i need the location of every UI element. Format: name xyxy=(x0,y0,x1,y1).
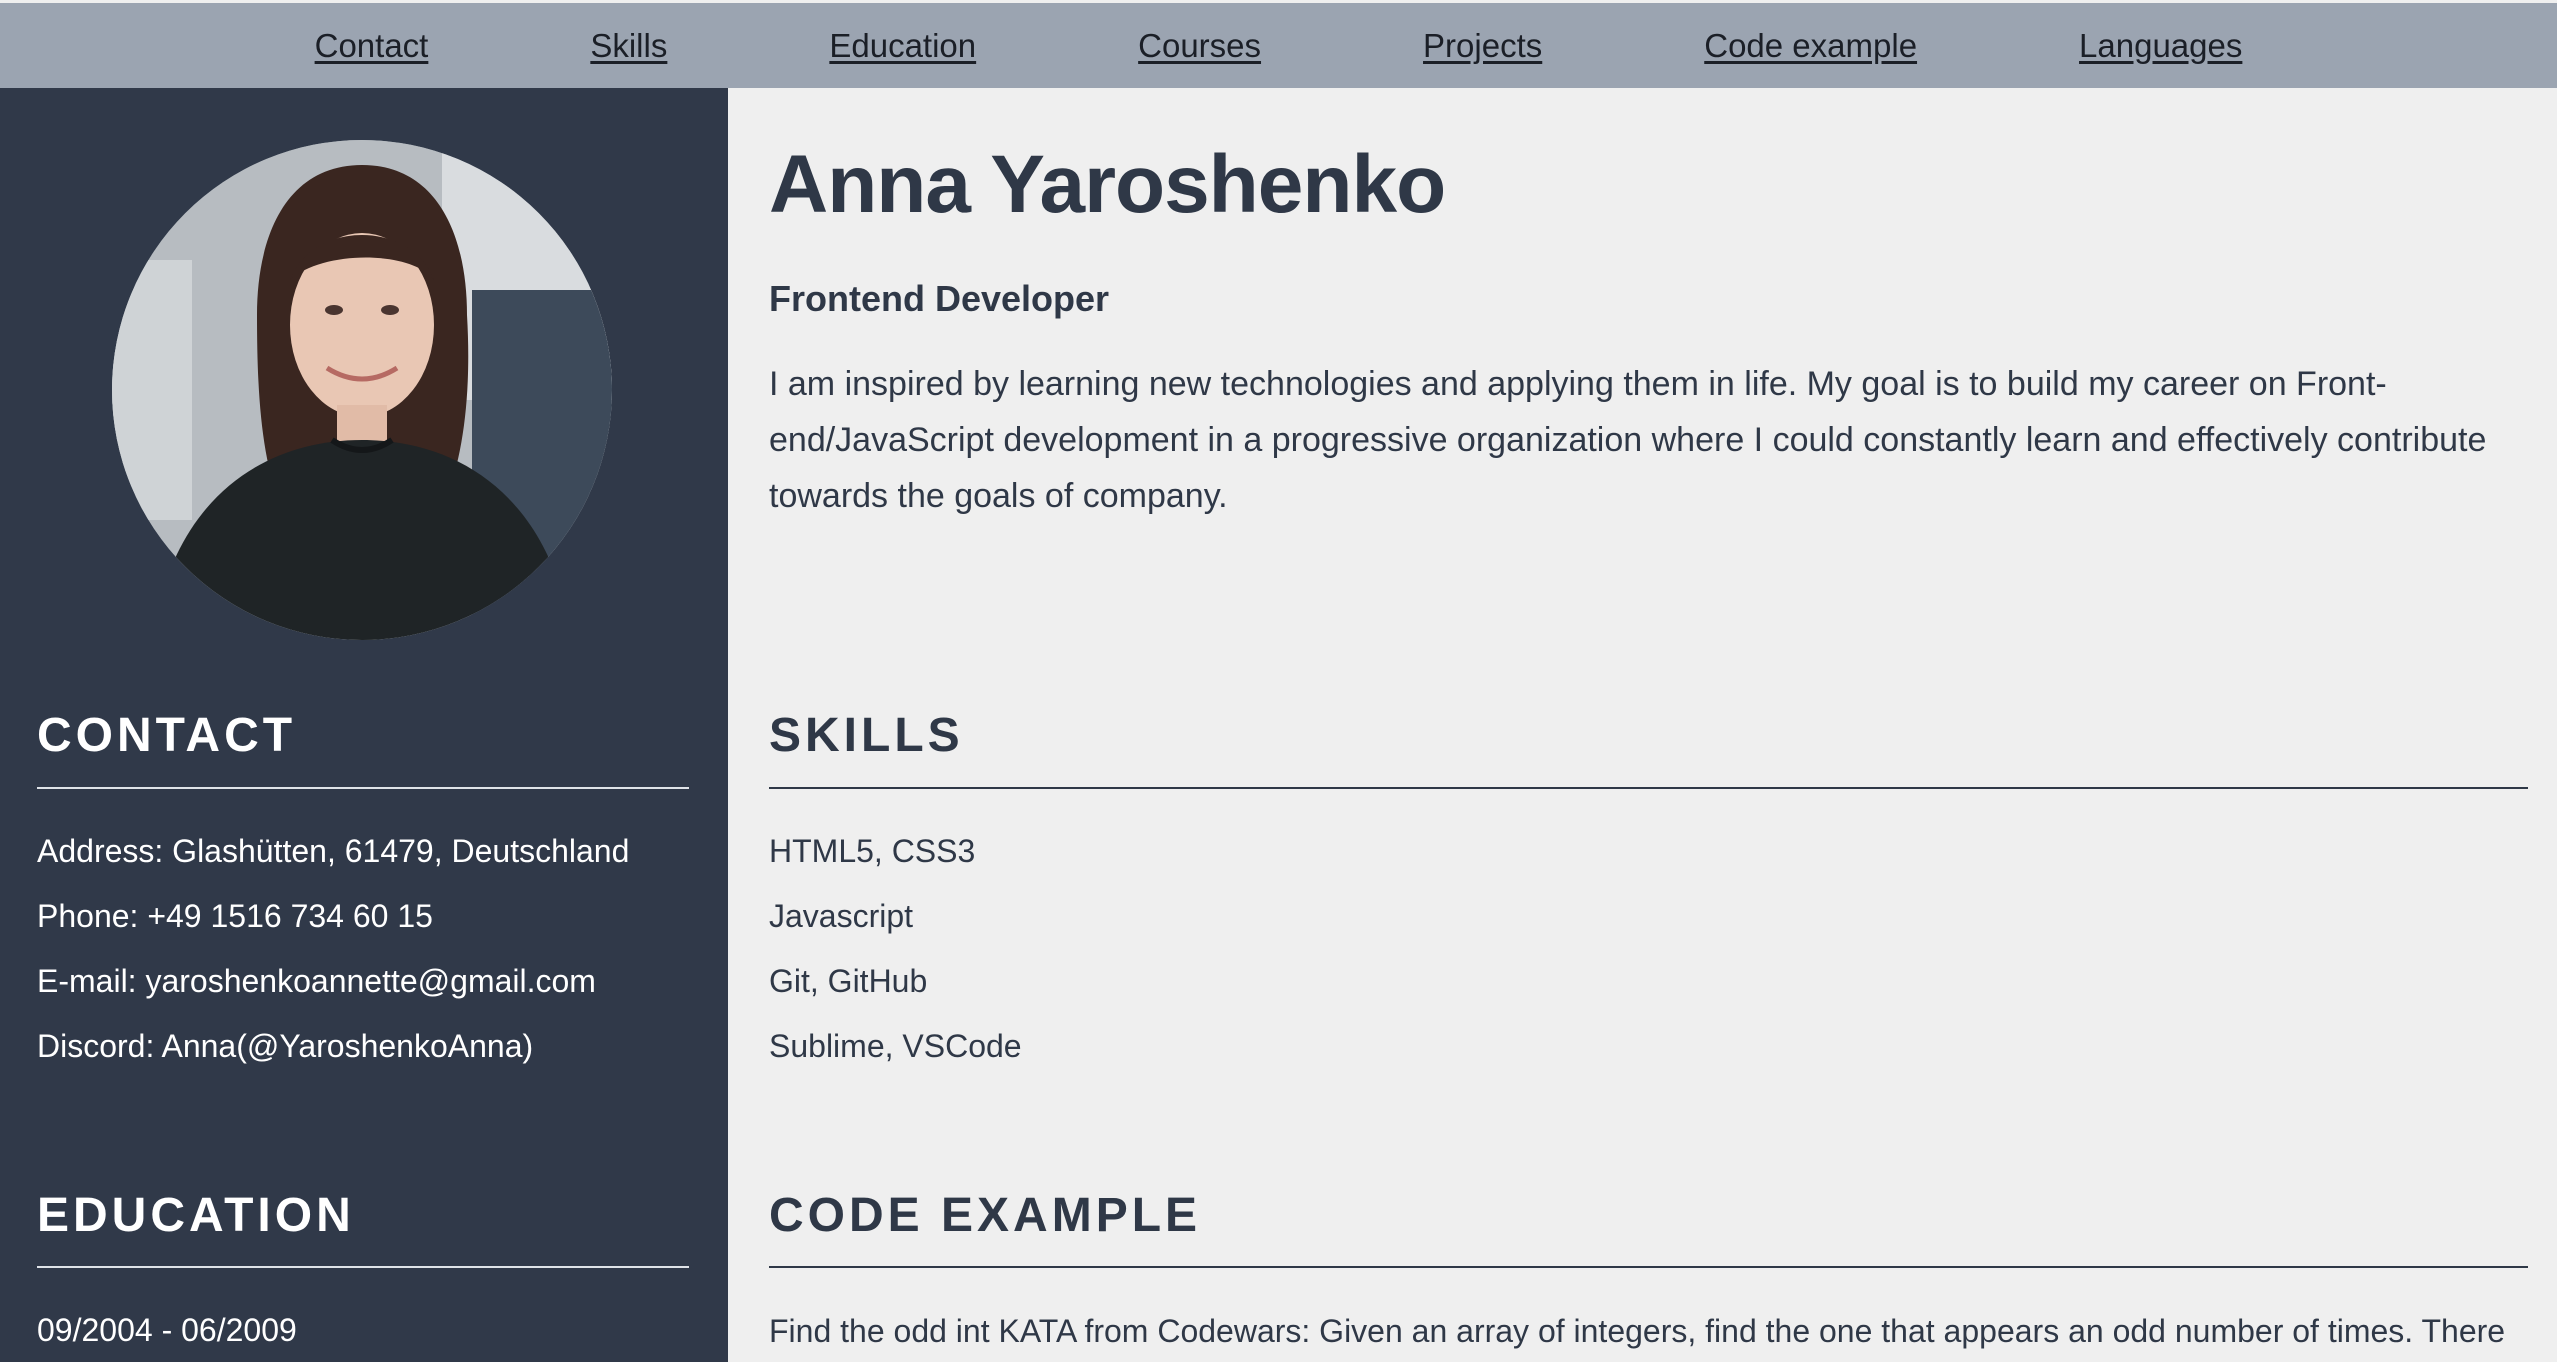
top-navigation: Contact Skills Education Courses Project… xyxy=(0,3,2557,88)
skill-item: Javascript xyxy=(769,898,914,934)
education-divider xyxy=(37,1266,689,1268)
contact-divider xyxy=(37,787,689,789)
code-example-section-title: CODE EXAMPLE xyxy=(769,1189,1202,1242)
code-example-description: Find the odd int KATA from Codewars: Giv… xyxy=(769,1313,2506,1349)
about-text: I am inspired by learning new technologi… xyxy=(769,365,2487,515)
nav-link-projects[interactable]: Projects xyxy=(1423,27,1542,65)
contact-phone: Phone: +49 1516 734 60 15 xyxy=(37,898,433,934)
job-title: Frontend Developer xyxy=(769,278,1110,319)
page-title: Anna Yaroshenko xyxy=(769,139,1446,230)
profile-photo xyxy=(112,140,612,640)
contact-address: Address: Glashütten, 61479, Deutschland xyxy=(37,833,630,869)
education-section-title: EDUCATION xyxy=(37,1189,355,1242)
contact-email: E-mail: yaroshenkoannette@gmail.com xyxy=(37,963,596,999)
avatar xyxy=(112,140,612,640)
nav-link-contact[interactable]: Contact xyxy=(315,27,429,65)
skill-item: Sublime, VSCode xyxy=(769,1028,1022,1064)
nav-link-languages[interactable]: Languages xyxy=(2079,27,2242,65)
nav-link-code-example[interactable]: Code example xyxy=(1704,27,1917,65)
nav-link-skills[interactable]: Skills xyxy=(590,27,667,65)
main-content: Anna Yaroshenko Frontend Developer I am … xyxy=(728,88,2557,1362)
nav-link-education[interactable]: Education xyxy=(829,27,976,65)
skill-item: Git, GitHub xyxy=(769,963,928,999)
sidebar: CONTACT Address: Glashütten, 61479, Deut… xyxy=(0,88,728,1362)
contact-discord: Discord: Anna(@YaroshenkoAnna) xyxy=(37,1028,534,1064)
education-period: 09/2004 - 06/2009 xyxy=(37,1312,297,1348)
skills-divider xyxy=(769,787,2528,789)
nav-link-courses[interactable]: Courses xyxy=(1138,27,1261,65)
skill-item: HTML5, CSS3 xyxy=(769,833,976,869)
skills-section-title: SKILLS xyxy=(769,709,964,762)
code-example-divider xyxy=(769,1266,2528,1268)
contact-section-title: CONTACT xyxy=(37,709,297,762)
